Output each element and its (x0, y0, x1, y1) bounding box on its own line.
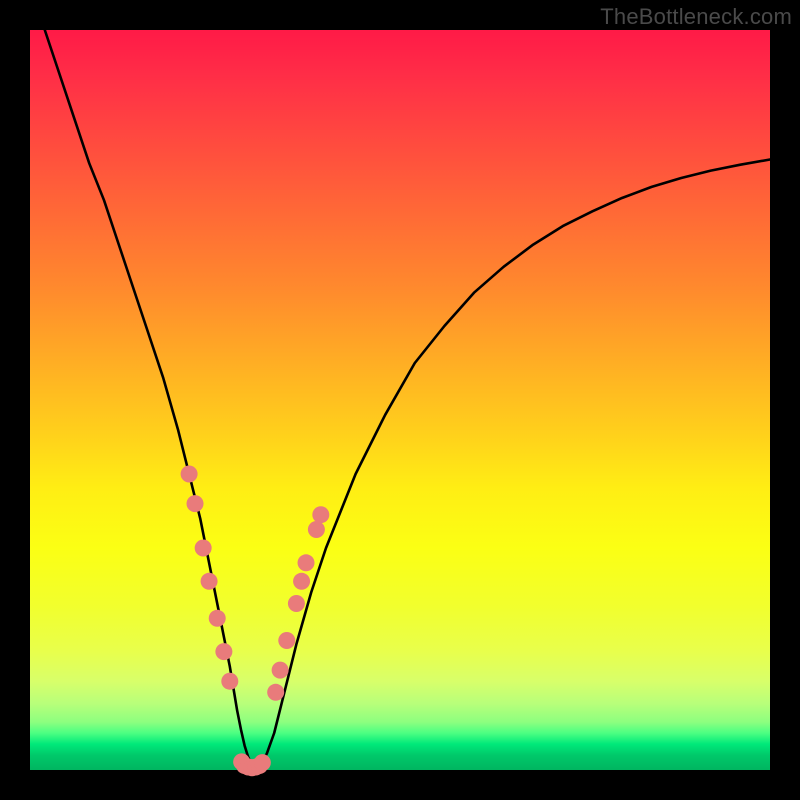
outer-frame: TheBottleneck.com (0, 0, 800, 800)
bottleneck-curve (45, 30, 770, 766)
curve-marker (312, 506, 329, 523)
plot-area (30, 30, 770, 770)
curve-marker (181, 466, 198, 483)
curve-marker (195, 540, 212, 557)
watermark-text: TheBottleneck.com (600, 4, 792, 30)
curve-marker (288, 595, 305, 612)
curve-marker (201, 573, 218, 590)
curve-marker (215, 643, 232, 660)
curve-marker (254, 754, 271, 771)
curve-marker (298, 554, 315, 571)
chart-svg (30, 30, 770, 770)
marker-group (181, 466, 330, 777)
curve-marker (272, 662, 289, 679)
curve-marker (267, 684, 284, 701)
curve-marker (221, 673, 238, 690)
curve-marker (293, 573, 310, 590)
curve-marker (187, 495, 204, 512)
curve-marker (209, 610, 226, 627)
curve-marker (278, 632, 295, 649)
curve-marker (308, 521, 325, 538)
